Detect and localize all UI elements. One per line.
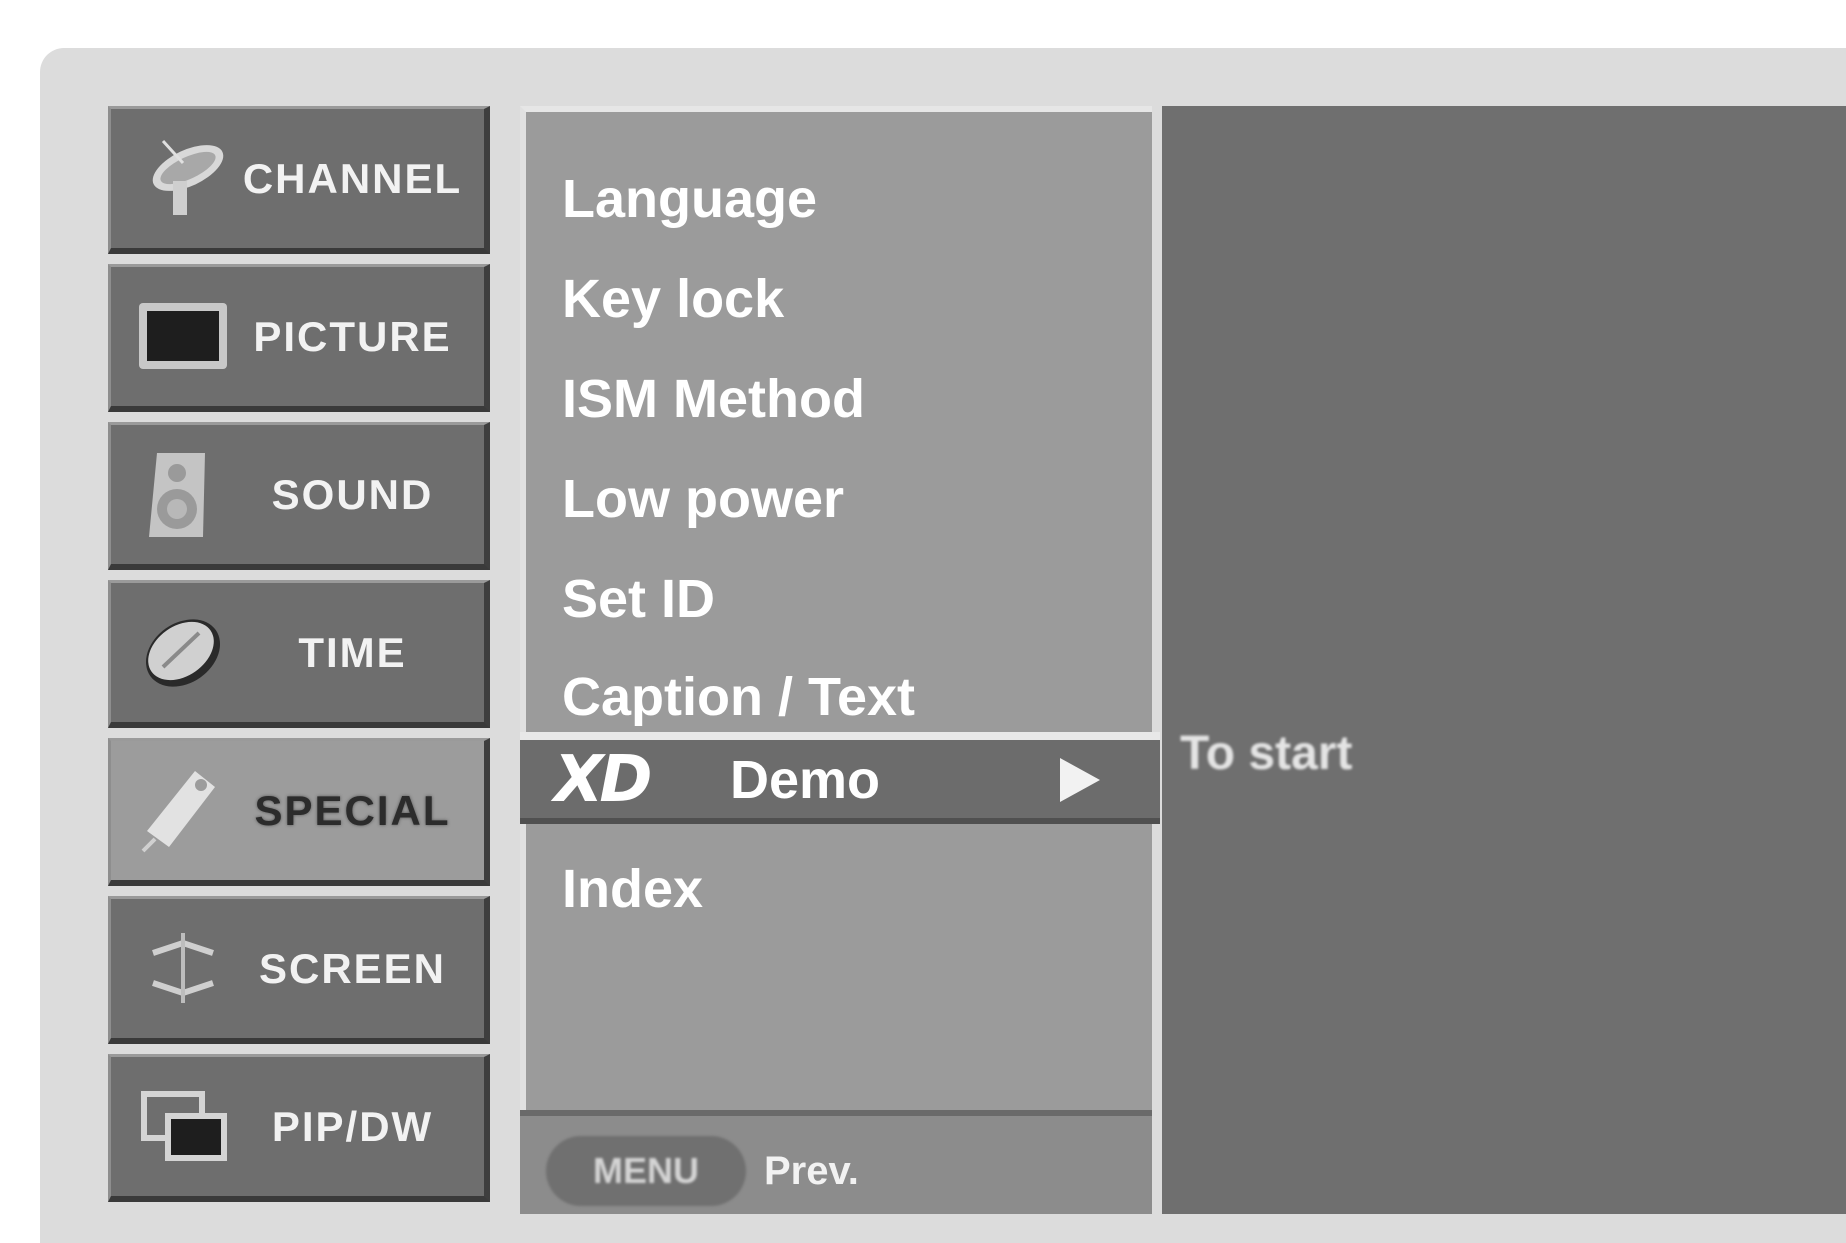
category-picture[interactable]: PICTURE: [108, 264, 490, 412]
category-label: SOUND: [271, 470, 434, 518]
info-panel: To start: [1162, 106, 1846, 1214]
speaker-icon: [133, 449, 233, 539]
menu-item-label: Demo: [730, 750, 881, 810]
category-label: TIME: [298, 628, 407, 676]
menu-item-key-lock[interactable]: Key lock: [562, 254, 784, 344]
category-label: SPECIAL: [254, 786, 451, 834]
category-pip-dw[interactable]: PIP/DW: [108, 1054, 490, 1202]
clock-icon: [133, 607, 233, 697]
category-channel[interactable]: CHANNEL: [108, 106, 490, 254]
category-screen[interactable]: SCREEN: [108, 896, 490, 1044]
category-sidebar: CHANNEL PICTURE SOUND TIME SPECIAL SCREE…: [108, 106, 496, 1214]
menu-item-index[interactable]: Index: [562, 844, 703, 934]
arrow-right-icon: [1060, 758, 1100, 802]
xd-logo: XD: [554, 743, 652, 817]
tag-icon: [133, 765, 233, 855]
menu-footer: MENU Prev.: [520, 1110, 1152, 1214]
category-label: SCREEN: [258, 944, 447, 992]
category-sound[interactable]: SOUND: [108, 422, 490, 570]
menu-item-set-id[interactable]: Set ID: [562, 554, 715, 644]
tv-screen-icon: [133, 291, 233, 381]
menu-item-xd-demo[interactable]: XD Demo: [520, 732, 1160, 824]
menu-item-caption-text[interactable]: Caption / Text: [562, 652, 915, 742]
category-special[interactable]: SPECIAL: [108, 738, 490, 886]
special-submenu: Language Key lock ISM Method Low power S…: [520, 106, 1160, 1214]
adjust-arrows-icon: [133, 923, 233, 1013]
info-text: To start: [1180, 727, 1353, 780]
pip-windows-icon: [133, 1081, 233, 1171]
category-label: PICTURE: [253, 312, 452, 360]
menu-item-ism-method[interactable]: ISM Method: [562, 354, 865, 444]
category-label: PIP/DW: [271, 1102, 434, 1150]
menu-button[interactable]: MENU: [546, 1136, 746, 1206]
menu-item-low-power[interactable]: Low power: [562, 454, 844, 544]
satellite-dish-icon: [133, 133, 233, 223]
category-time[interactable]: TIME: [108, 580, 490, 728]
category-label: CHANNEL: [242, 154, 463, 202]
menu-item-language[interactable]: Language: [562, 154, 817, 244]
prev-label: Prev.: [764, 1148, 859, 1193]
